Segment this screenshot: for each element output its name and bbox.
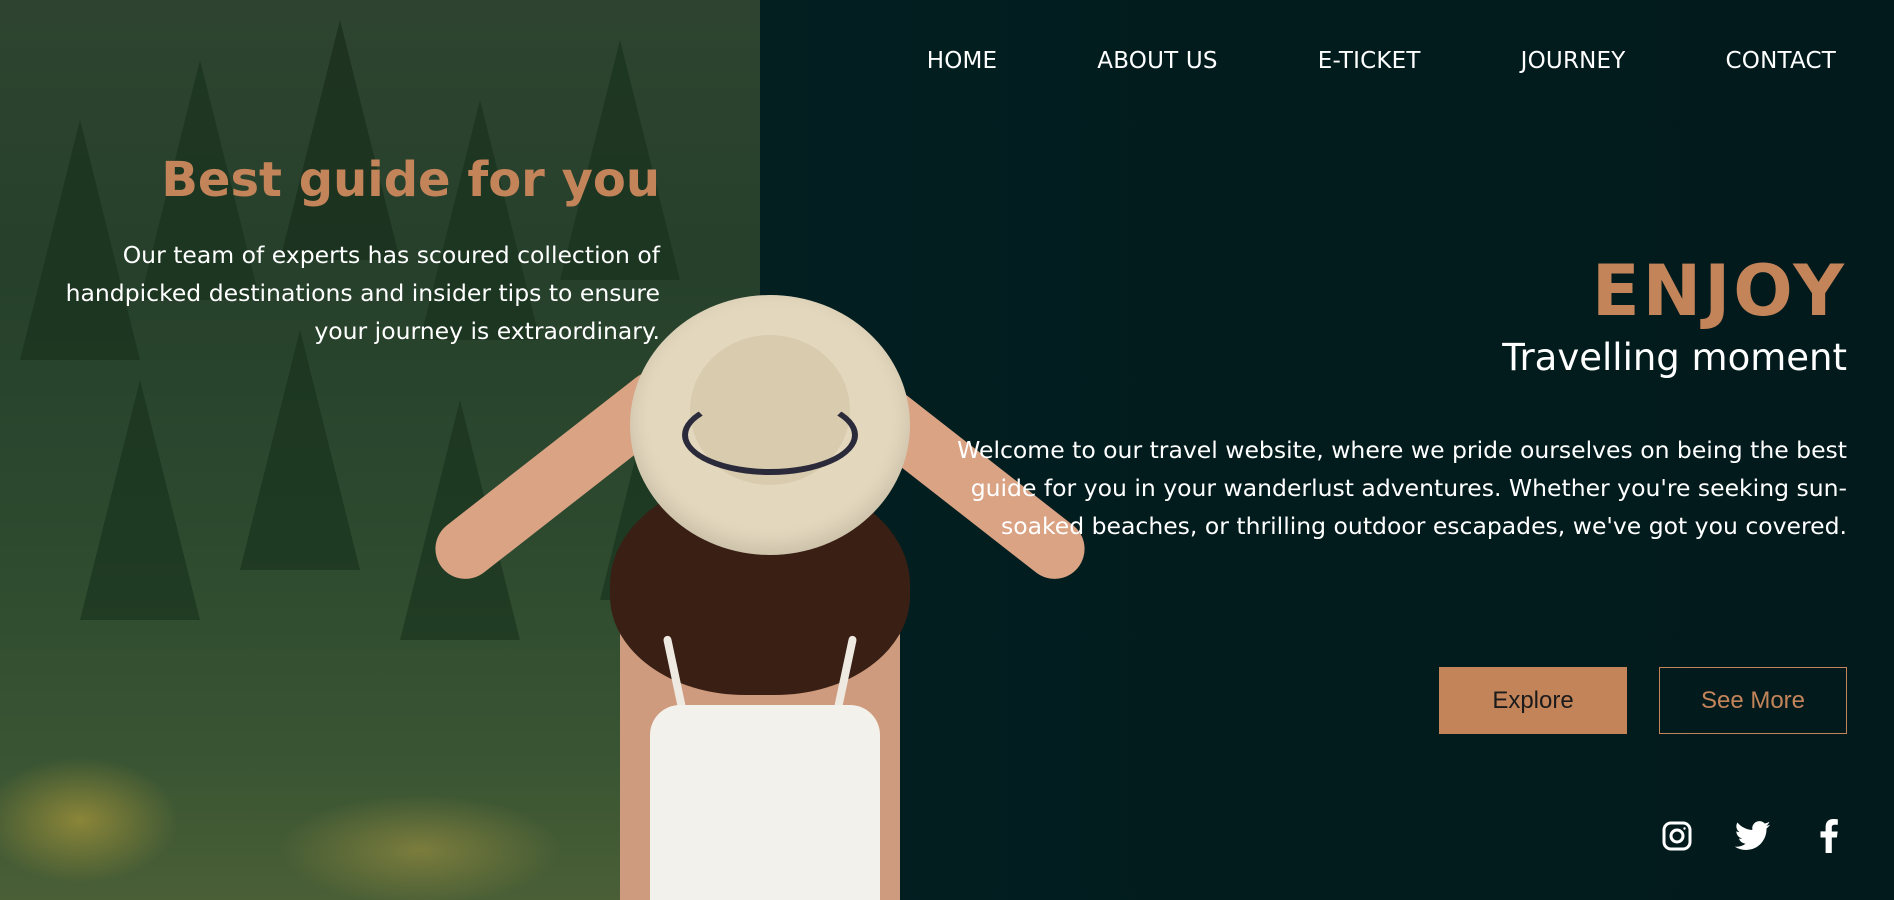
hero-text: Welcome to our travel website, where we … [957,436,1847,540]
white-dress [650,705,880,900]
tree-shape [240,330,360,570]
nav-home[interactable]: HOME [927,48,998,74]
social-links [1659,818,1847,854]
see-more-button[interactable]: See More [1659,667,1847,734]
twitter-icon[interactable] [1735,818,1771,854]
hero-headline: ENJOY [1591,250,1847,332]
hero-section: ENJOY Travelling moment Welcome to our t… [947,250,1847,545]
cta-buttons: Explore See More [1439,667,1847,734]
intro-title: Best guide for you [161,152,660,208]
hero-subtitle: Travelling moment [1502,336,1847,379]
nav-e-ticket[interactable]: E-TICKET [1318,48,1421,74]
intro-text: Our team of experts has scoured collecti… [65,241,660,345]
main-nav: HOME ABOUT US E-TICKET JOURNEY CONTACT [927,48,1836,74]
nav-journey[interactable]: JOURNEY [1521,48,1626,74]
hat-ribbon [682,395,858,475]
explore-button[interactable]: Explore [1439,667,1627,734]
tree-shape [80,380,200,620]
instagram-icon[interactable] [1659,818,1695,854]
nav-contact[interactable]: CONTACT [1726,48,1836,74]
nav-about-us[interactable]: ABOUT US [1097,48,1217,74]
intro-section: Best guide for you Our team of experts h… [60,152,660,350]
facebook-icon[interactable] [1811,818,1847,854]
